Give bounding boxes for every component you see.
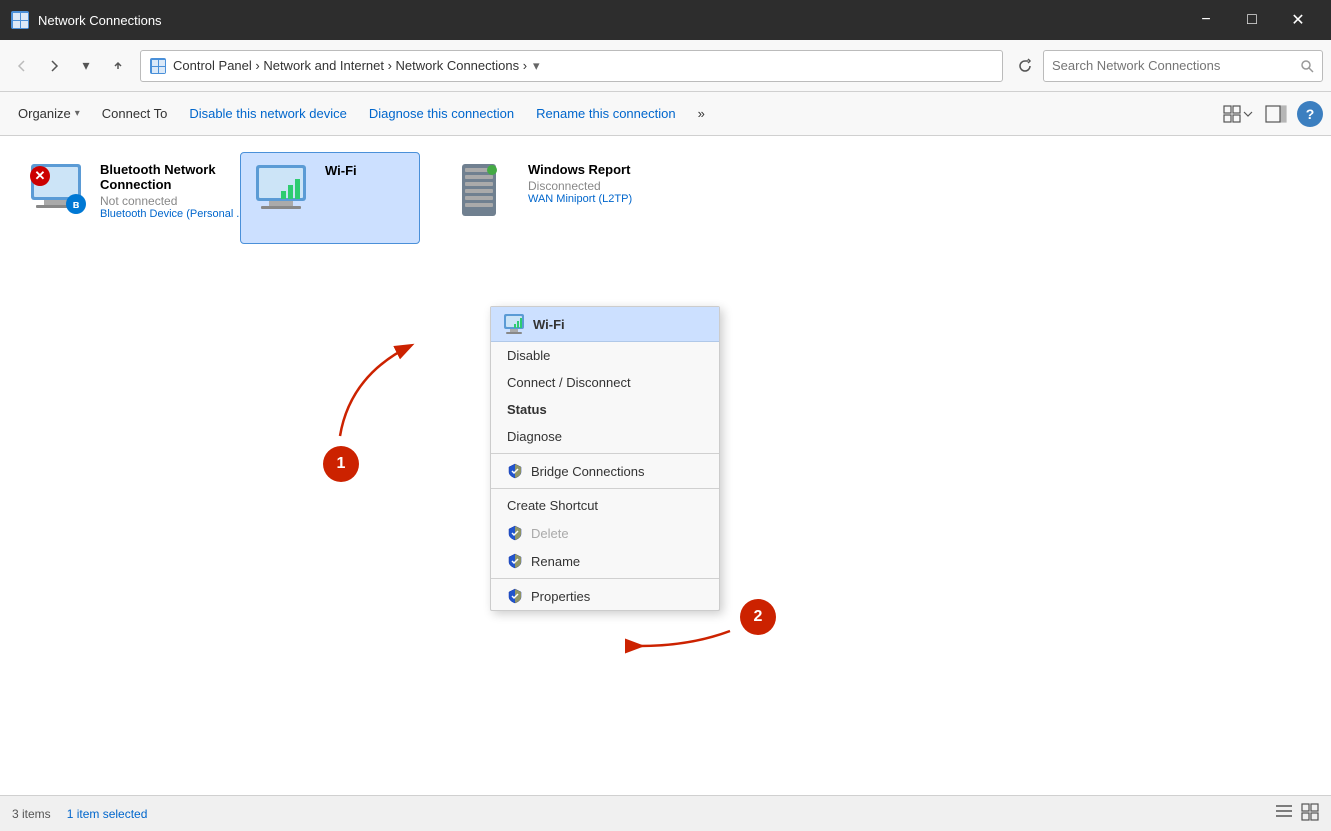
context-menu-item-bridge-connections[interactable]: Bridge Connections (491, 457, 719, 485)
back-button[interactable] (8, 52, 36, 80)
help-button[interactable]: ? (1297, 101, 1323, 127)
search-box[interactable] (1043, 50, 1323, 82)
network-items-container: ✕ ʙ Bluetooth Network Connection Not con… (16, 152, 1315, 244)
list-view-button[interactable] (1275, 803, 1293, 824)
up-button[interactable] (104, 52, 132, 80)
search-input[interactable] (1052, 58, 1294, 73)
context-menu-header: Wi-Fi (491, 307, 719, 342)
content-area: ✕ ʙ Bluetooth Network Connection Not con… (0, 136, 1331, 795)
selected-count: 1 item selected (67, 807, 148, 821)
window-icon (10, 10, 30, 30)
address-dropdown-btn[interactable]: ▾ (533, 58, 540, 74)
status-bar: 3 items 1 item selected (0, 795, 1331, 831)
forward-button[interactable] (40, 52, 68, 80)
svg-text:✕: ✕ (35, 168, 46, 183)
item-count: 3 items (12, 807, 51, 821)
network-item-windows-report[interactable]: Windows Report Disconnected WAN Miniport… (444, 152, 644, 242)
minimize-button[interactable]: − (1183, 0, 1229, 40)
windows-report-icon (454, 162, 504, 222)
rename-button[interactable]: Rename this connection (526, 97, 685, 131)
windows-report-item-name: Windows Report (528, 162, 632, 177)
shield-icon (507, 463, 523, 479)
bluetooth-item-name: Bluetooth Network Connection (100, 162, 250, 192)
windows-report-device: WAN Miniport (L2TP) (528, 193, 632, 205)
annotation-1: 1 (323, 446, 359, 482)
window-controls: − □ ✕ (1183, 0, 1321, 40)
window-title: Network Connections (38, 13, 1183, 28)
maximize-button[interactable]: □ (1229, 0, 1275, 40)
context-menu-item-create-shortcut[interactable]: Create Shortcut (491, 492, 719, 519)
refresh-button[interactable] (1011, 52, 1039, 80)
context-menu-separator (491, 453, 719, 454)
panel-toggle-button[interactable] (1259, 97, 1293, 131)
address-path-text: Control Panel › Network and Internet › N… (173, 58, 527, 73)
organize-dropdown-arrow: ▾ (75, 108, 80, 119)
context-menu-item-rename[interactable]: Rename (491, 547, 719, 575)
wifi-connection-icon (251, 163, 311, 218)
context-menu-separator (491, 488, 719, 489)
title-bar: Network Connections − □ ✕ (0, 0, 1331, 40)
address-bar: ▾ Control Panel › Network and Internet ›… (0, 40, 1331, 92)
wifi-item-name: Wi-Fi (325, 163, 357, 178)
context-menu: Wi-Fi DisableConnect / DisconnectStatusD… (490, 306, 720, 611)
disable-button[interactable]: Disable this network device (179, 97, 357, 131)
more-button[interactable]: » (688, 97, 715, 131)
context-menu-wifi-icon (503, 313, 525, 335)
context-menu-item-status[interactable]: Status (491, 396, 719, 423)
context-menu-item-diagnose[interactable]: Diagnose (491, 423, 719, 450)
status-bar-right (1275, 803, 1319, 824)
search-icon (1300, 59, 1314, 73)
context-menu-items: DisableConnect / DisconnectStatusDiagnos… (491, 342, 719, 610)
bluetooth-item-device: Bluetooth Device (Personal Area ... (100, 208, 250, 220)
context-menu-item-delete: Delete (491, 519, 719, 547)
context-menu-item-properties[interactable]: Properties (491, 582, 719, 610)
windows-report-status: Disconnected (528, 179, 632, 193)
svg-text:ʙ: ʙ (73, 199, 80, 211)
annotation-2: 2 (740, 599, 776, 635)
bluetooth-item-status: Not connected (100, 194, 250, 208)
address-path[interactable]: Control Panel › Network and Internet › N… (140, 50, 1003, 82)
shield-icon (507, 525, 523, 541)
recent-button[interactable]: ▾ (72, 52, 100, 80)
network-item-wifi[interactable]: Wi-Fi (240, 152, 420, 244)
connect-to-button[interactable]: Connect To (92, 97, 178, 131)
context-menu-item-disable[interactable]: Disable (491, 342, 719, 369)
toolbar: Organize ▾ Connect To Disable this netwo… (0, 92, 1331, 136)
context-menu-title: Wi-Fi (533, 317, 565, 332)
shield-icon (507, 588, 523, 604)
shield-icon (507, 553, 523, 569)
bluetooth-connection-icon: ✕ ʙ (26, 162, 86, 217)
organize-button[interactable]: Organize ▾ (8, 97, 90, 131)
close-button[interactable]: ✕ (1275, 0, 1321, 40)
context-menu-separator (491, 578, 719, 579)
context-menu-item-connect---disconnect[interactable]: Connect / Disconnect (491, 369, 719, 396)
view-options-button[interactable] (1221, 97, 1255, 131)
toolbar-right: ? (1221, 97, 1323, 131)
details-view-button[interactable] (1301, 803, 1319, 824)
network-item-bluetooth[interactable]: ✕ ʙ Bluetooth Network Connection Not con… (16, 152, 216, 242)
diagnose-button[interactable]: Diagnose this connection (359, 97, 524, 131)
